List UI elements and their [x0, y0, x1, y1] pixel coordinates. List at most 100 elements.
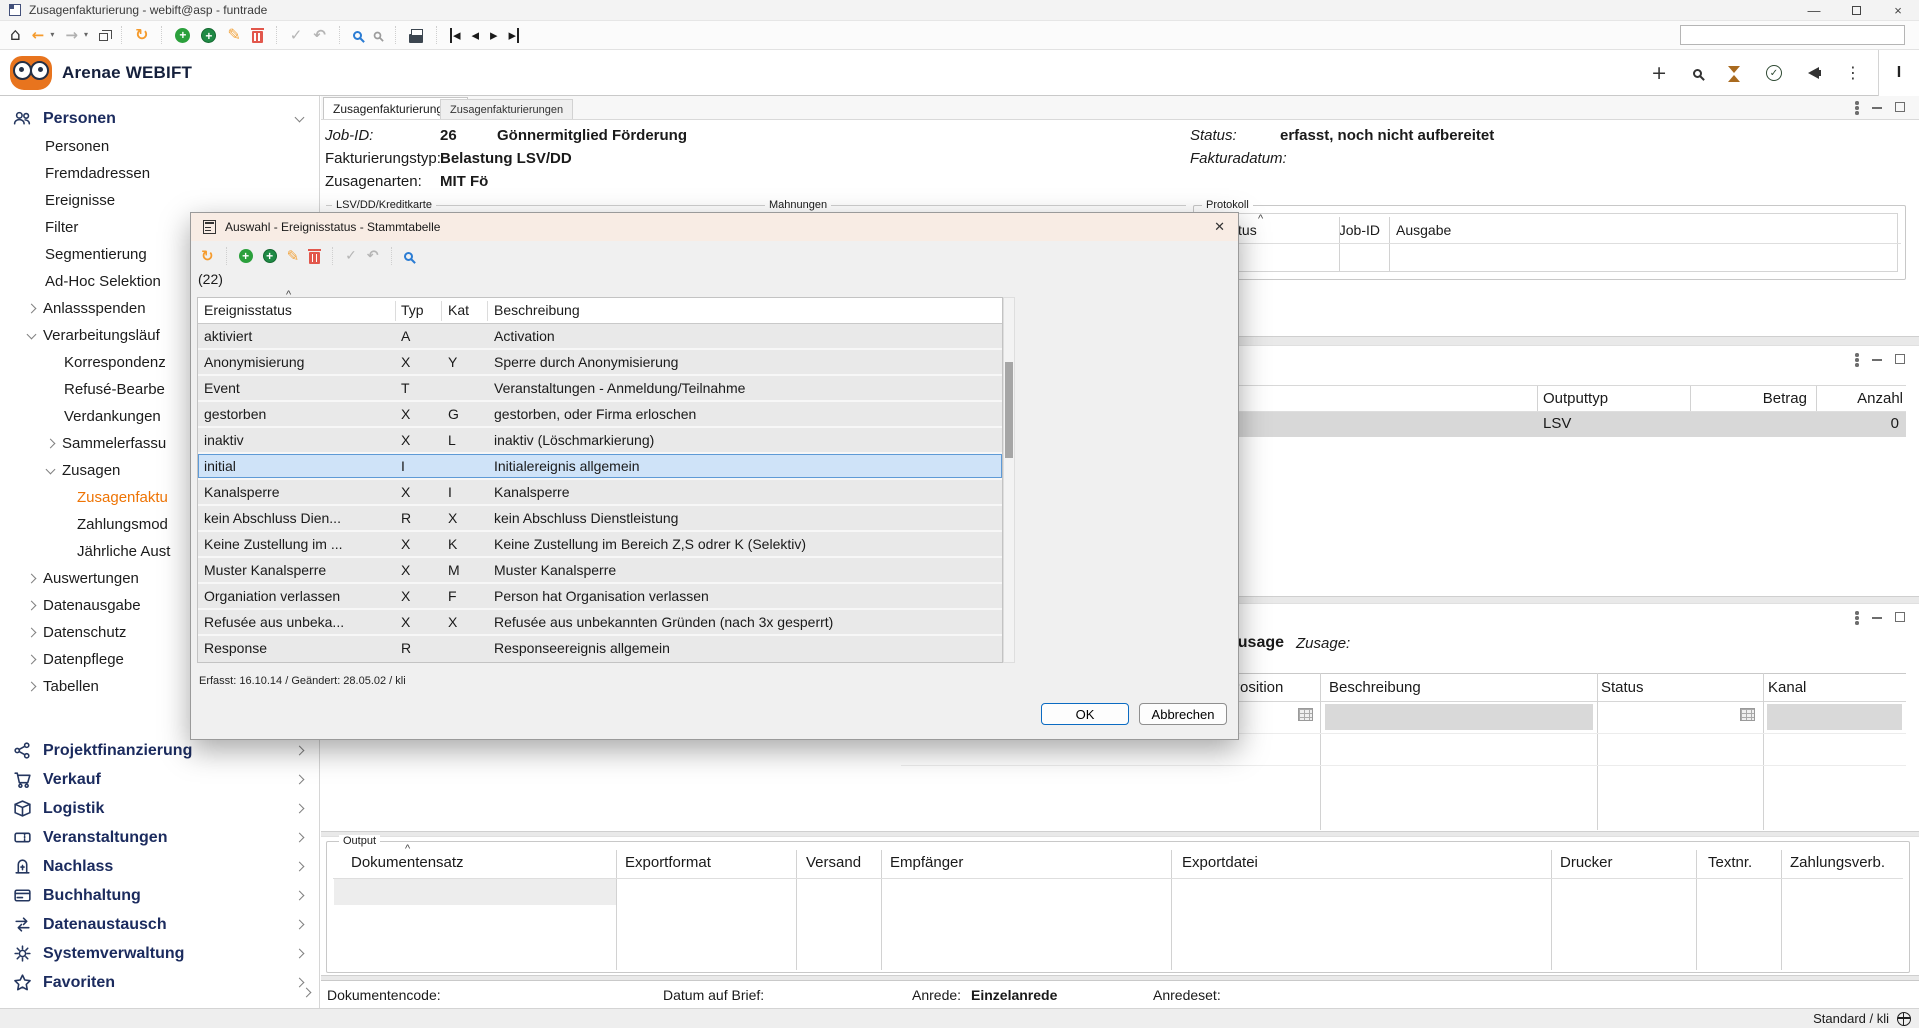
check-circle-icon[interactable]: ✓ — [1766, 65, 1782, 81]
first-record-icon[interactable]: ◂ — [450, 28, 461, 43]
col-ereignisstatus[interactable]: Ereignisstatus — [204, 302, 386, 318]
last-record-icon[interactable]: ▸ — [509, 28, 520, 43]
kebab-menu-icon[interactable]: ⋮ — [1845, 65, 1861, 81]
sidebar-section-projektfinanzierung[interactable]: Projektfinanzierung — [0, 736, 319, 765]
col-anzahl[interactable]: Anzahl — [1821, 390, 1903, 407]
window-restore-icon[interactable] — [99, 33, 108, 41]
col-kat[interactable]: Kat — [448, 302, 469, 318]
forward-dropdown-icon[interactable]: ▾ — [84, 31, 88, 39]
confirm-icon[interactable]: ✓ — [345, 249, 357, 263]
sidebar-item-fremdadressen[interactable]: Fremdadressen — [0, 160, 319, 187]
col-drucker[interactable]: Drucker — [1560, 854, 1613, 871]
add-copy-icon[interactable]: + — [201, 28, 216, 43]
sidebar-item-ereignisse[interactable]: Ereignisse — [0, 187, 319, 214]
user-badge[interactable]: I — [1878, 50, 1919, 96]
search-icon[interactable] — [404, 252, 413, 261]
add-icon[interactable]: + — [175, 28, 190, 43]
back-dropdown-icon[interactable]: ▾ — [50, 31, 54, 39]
home-icon[interactable]: ⌂ — [10, 27, 21, 44]
col-beschreibung[interactable]: Beschreibung — [494, 302, 580, 318]
dialog-close-icon[interactable]: ✕ — [1214, 219, 1225, 235]
panel-minimize-icon[interactable] — [1872, 359, 1882, 361]
table-row[interactable]: ResponseRResponseereignis allgemein — [198, 636, 1002, 662]
panel-maximize-icon[interactable] — [1895, 102, 1905, 112]
back-icon[interactable]: ← — [32, 28, 45, 43]
scrollbar-thumb[interactable] — [1005, 362, 1013, 458]
col-versand[interactable]: Versand — [806, 854, 861, 871]
table-row[interactable]: Organiation verlassenXFPerson hat Organi… — [198, 584, 1002, 610]
table-row[interactable]: Refusée aus unbeka...XXRefusée aus unbek… — [198, 610, 1002, 636]
search-icon[interactable] — [1693, 69, 1702, 78]
ok-button[interactable]: OK — [1041, 703, 1129, 725]
delete-icon[interactable] — [309, 252, 320, 264]
table-row[interactable]: EventTVeranstaltungen - Anmeldung/Teilna… — [198, 376, 1002, 402]
dialog-titlebar[interactable]: Auswahl - Ereignisstatus - Stammtabelle … — [191, 213, 1238, 241]
table-row[interactable]: gestorbenXGgestorben, oder Firma erlosch… — [198, 402, 1002, 428]
sidebar-section-verkauf[interactable]: Verkauf — [0, 765, 319, 794]
forward-icon[interactable]: → — [65, 28, 78, 43]
panel-maximize-icon[interactable] — [1895, 354, 1905, 364]
minimize-button[interactable]: — — [1793, 0, 1835, 21]
announce-icon[interactable] — [1808, 67, 1819, 79]
col-exportformat[interactable]: Exportformat — [625, 854, 711, 871]
edit-icon[interactable]: ✎ — [287, 249, 300, 264]
col-typ[interactable]: Typ — [401, 302, 424, 318]
lookup-grid-icon[interactable] — [1740, 708, 1755, 721]
sidebar-section-systemverwaltung[interactable]: Systemverwaltung — [0, 939, 319, 968]
sidebar-section-personen[interactable]: Personen — [0, 104, 319, 133]
filter-cell-kanal[interactable] — [1767, 704, 1902, 730]
table-row[interactable]: initialIInitialereignis allgemein — [198, 454, 1002, 480]
col-betrag[interactable]: Betrag — [1701, 390, 1807, 407]
sidebar-section-veranstaltungen[interactable]: Veranstaltungen — [0, 823, 319, 852]
table-row[interactable]: KanalsperreXIKanalsperre — [198, 480, 1002, 506]
col-zahlungsverb[interactable]: Zahlungsverb. — [1790, 854, 1885, 871]
print-icon[interactable] — [409, 34, 423, 43]
col-outputtyp[interactable]: Outputtyp — [1543, 390, 1608, 407]
sidebar-section-buchhaltung[interactable]: Buchhaltung — [0, 881, 319, 910]
undo-icon[interactable]: ↶ — [367, 249, 379, 263]
table-row[interactable]: AnonymisierungXYSperre durch Anonymisier… — [198, 350, 1002, 376]
refresh-icon[interactable]: ↻ — [135, 27, 148, 43]
sidebar-section-favoriten[interactable]: Favoriten — [0, 968, 319, 997]
prev-record-icon[interactable]: ◂ — [471, 28, 479, 43]
protokoll-col-ausgabe[interactable]: Ausgabe — [1396, 222, 1451, 238]
delete-icon[interactable] — [252, 31, 263, 43]
col-beschreibung[interactable]: Beschreibung — [1329, 679, 1421, 696]
panel-minimize-icon[interactable] — [1872, 617, 1882, 619]
sidebar-item-personen[interactable]: Personen — [0, 133, 319, 160]
search-icon[interactable] — [353, 31, 362, 40]
link-panel-icon[interactable] — [1855, 353, 1859, 367]
close-button[interactable]: × — [1877, 0, 1919, 21]
next-record-icon[interactable]: ▸ — [490, 28, 498, 43]
col-dokumentensatz[interactable]: Dokumentensatz — [351, 854, 464, 871]
table-row[interactable]: inaktivXLinaktiv (Löschmarkierung) — [198, 428, 1002, 454]
add-icon[interactable]: + — [239, 249, 253, 263]
link-panel-icon[interactable] — [1855, 101, 1859, 115]
table-row[interactable]: aktiviertAActivation — [198, 324, 1002, 350]
undo-icon[interactable]: ↶ — [313, 28, 326, 43]
table-row[interactable]: Keine Zustellung im ...XKKeine Zustellun… — [198, 532, 1002, 558]
globe-icon[interactable] — [1897, 1012, 1911, 1026]
link-panel-icon[interactable] — [1855, 611, 1859, 625]
cancel-button[interactable]: Abbrechen — [1139, 703, 1227, 725]
col-exportdatei[interactable]: Exportdatei — [1182, 854, 1258, 871]
edit-icon[interactable]: ✎ — [227, 27, 240, 43]
col-empfaenger[interactable]: Empfänger — [890, 854, 963, 871]
search-small-icon[interactable] — [374, 31, 382, 39]
col-status[interactable]: Status — [1601, 679, 1644, 696]
sidebar-section-logistik[interactable]: Logistik — [0, 794, 319, 823]
refresh-icon[interactable]: ↻ — [201, 249, 214, 264]
table-row[interactable]: Muster KanalsperreXMMuster Kanalsperre — [198, 558, 1002, 584]
protokoll-col-jobid[interactable]: Job-ID — [1295, 222, 1380, 238]
lookup-grid-icon[interactable] — [1298, 708, 1313, 721]
scrollbar[interactable] — [1003, 297, 1015, 663]
tab-zusagenfakturierungen[interactable]: Zusagenfakturierungen — [440, 99, 573, 119]
confirm-icon[interactable]: ✓ — [290, 28, 303, 43]
add-copy-icon[interactable]: + — [263, 249, 277, 263]
col-kanal[interactable]: Kanal — [1768, 679, 1806, 696]
sidebar-section-datenaustausch[interactable]: Datenaustausch — [0, 910, 319, 939]
filter-cell-beschreibung[interactable] — [1325, 704, 1593, 730]
sidebar-section-nachlass[interactable]: Nachlass — [0, 852, 319, 881]
col-textnr[interactable]: Textnr. — [1708, 854, 1752, 871]
panel-maximize-icon[interactable] — [1895, 612, 1905, 622]
